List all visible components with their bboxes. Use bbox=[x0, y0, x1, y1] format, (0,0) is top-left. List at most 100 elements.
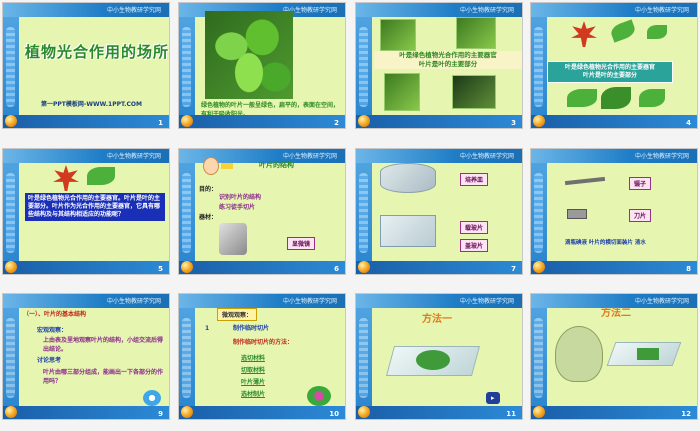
maple-leaf-icon bbox=[53, 165, 79, 191]
dna-sidebar bbox=[356, 17, 372, 117]
dna-sidebar bbox=[3, 163, 19, 263]
globe-icon bbox=[358, 261, 370, 273]
step-2-label: 讨论思考 bbox=[37, 357, 62, 364]
nav-button[interactable]: ▸ bbox=[486, 392, 500, 404]
item-text: 制作临时切片 bbox=[233, 325, 270, 332]
slide-number: 6 bbox=[334, 265, 339, 273]
slide-footer-bar bbox=[531, 115, 697, 128]
label-tweezers: 镊子 bbox=[629, 177, 652, 190]
globe-icon bbox=[533, 406, 545, 418]
header-text: 中小生物教研学究网 bbox=[634, 7, 689, 14]
slide-title: 植物光合作用的场所 bbox=[25, 43, 170, 61]
slide-number: 8 bbox=[686, 265, 691, 273]
leaf-photo bbox=[456, 17, 496, 49]
dna-sidebar bbox=[179, 163, 195, 263]
dna-sidebar bbox=[3, 17, 19, 117]
tools-label: 器材： bbox=[199, 214, 218, 221]
dna-sidebar bbox=[531, 163, 547, 263]
petri-dish-photo bbox=[380, 163, 436, 193]
dna-sidebar bbox=[3, 308, 19, 408]
slide-thumbnail-6[interactable]: 中小生物教研学究网 叶片的结构 目的： 识别叶片的结构 练习徒手切片 器材： 显… bbox=[178, 148, 346, 275]
header-text: 中小生物教研学究网 bbox=[459, 298, 514, 305]
goal-item-2: 练习徒手切片 bbox=[219, 204, 256, 211]
slide-heading: 方法二 bbox=[601, 308, 631, 319]
leaf-strip-image bbox=[637, 348, 659, 360]
slide-thumbnail-10[interactable]: 中小生物教研学究网 微观观察： 1 制作临时切片 制作临时切片的方法： 选切材料… bbox=[178, 293, 346, 420]
tweezers-icon bbox=[564, 176, 606, 186]
globe-icon bbox=[181, 115, 193, 127]
slide-thumbnail-11[interactable]: 中小生物教研学究网 方法一 ▸ 11 bbox=[355, 293, 523, 420]
leaf-icon bbox=[601, 87, 631, 109]
step-2-text: 叶片由哪三部分组成，能画出一下各部分的作用吗？ bbox=[43, 369, 164, 385]
microscope-icon bbox=[219, 223, 247, 255]
bamboo-photo bbox=[384, 73, 420, 111]
dna-sidebar bbox=[356, 308, 372, 408]
slide-footer-bar bbox=[531, 261, 697, 274]
slide-glass-photo bbox=[380, 215, 436, 247]
dna-sidebar bbox=[531, 308, 547, 408]
slide-caption: 叶是绿色植物光合作用的主要器官 叶片是叶的主要部分 bbox=[374, 51, 522, 69]
header-text: 中小生物教研学究网 bbox=[634, 298, 689, 305]
slide-caption: 滴瓶碘液 叶片的横切面装片 清水 bbox=[565, 240, 646, 246]
slide-caption: 叶是绿色植物光合作用的主要器官。叶片是叶的主要部分。叶片作为光合作用的主要器官，… bbox=[25, 193, 165, 221]
slide-thumbnail-2[interactable]: 中小生物教研学究网 绿色植物的叶片一般呈绿色，扁平的，表面在空间，有利于吸收阳光… bbox=[178, 2, 346, 129]
header-text: 中小生物教研学究网 bbox=[106, 298, 161, 305]
slide-heading: 方法一 bbox=[422, 314, 452, 325]
globe-icon bbox=[181, 261, 193, 273]
goal-label: 目的： bbox=[199, 186, 218, 193]
slide-thumbnail-8[interactable]: 中小生物教研学究网 镊子 刀片 滴瓶碘液 叶片的横切面装片 清水 8 bbox=[530, 148, 698, 275]
leaf-icon bbox=[87, 167, 115, 185]
dna-sidebar bbox=[531, 17, 547, 117]
step-1-text: 上由表及里地观察叶片的结构，小组交流后得出结论。 bbox=[43, 337, 164, 353]
globe-icon bbox=[533, 261, 545, 273]
leaf-icon bbox=[639, 89, 665, 107]
leaf-icon bbox=[608, 19, 638, 43]
header-text: 中小生物教研学究网 bbox=[106, 7, 161, 14]
student-icon bbox=[203, 157, 219, 175]
leaf-sample-image bbox=[416, 350, 450, 370]
globe-icon bbox=[533, 115, 545, 127]
step-item: 叶片薄片 bbox=[241, 379, 266, 386]
slide-number: 10 bbox=[329, 410, 339, 418]
label-blade: 刀片 bbox=[629, 209, 652, 222]
slide-number: 1 bbox=[158, 119, 163, 127]
slide-number: 12 bbox=[681, 410, 691, 418]
slide-number: 4 bbox=[686, 119, 691, 127]
slide-footer-bar bbox=[3, 406, 169, 419]
slide-heading: 叶片的结构 bbox=[259, 161, 294, 169]
step-item: 选切材料 bbox=[241, 355, 266, 362]
slide-footer-bar bbox=[179, 115, 345, 128]
goal-item-1: 识别叶片的结构 bbox=[219, 194, 262, 201]
slide-thumbnail-5[interactable]: 中小生物教研学究网 叶是绿色植物光合作用的主要器官。叶片是叶的主要部分。叶片作为… bbox=[2, 148, 170, 275]
slide-header-bar: 中小生物教研学究网 bbox=[3, 149, 169, 163]
dna-sidebar bbox=[356, 163, 372, 263]
dna-sidebar bbox=[179, 17, 195, 117]
slide-caption: 叶是绿色植物光合作用的主要器官 叶片是叶的主要部分 bbox=[547, 61, 673, 83]
globe-icon bbox=[5, 261, 17, 273]
slide-header-bar: 中小生物教研学究网 bbox=[531, 3, 697, 17]
step-item: 切取材料 bbox=[241, 367, 266, 374]
slide-header-bar: 中小生物教研学究网 bbox=[3, 3, 169, 17]
globe-icon bbox=[358, 406, 370, 418]
slide-thumbnail-1[interactable]: 中小生物教研学究网 植物光合作用的场所 第一PPT模板网-WWW.1PPT.CO… bbox=[2, 2, 170, 129]
slide-thumbnail-3[interactable]: 中小生物教研学究网 叶是绿色植物光合作用的主要器官 叶片是叶的主要部分 3 bbox=[355, 2, 523, 129]
slide-header-bar: 中小生物教研学究网 bbox=[3, 294, 169, 308]
globe-icon bbox=[5, 406, 17, 418]
slide-footer-bar bbox=[356, 115, 522, 128]
label-cover-slip: 盖玻片 bbox=[460, 239, 489, 252]
slide-heading: 微观观察： bbox=[217, 308, 258, 321]
header-text: 中小生物教研学究网 bbox=[459, 153, 514, 160]
header-text: 中小生物教研学究网 bbox=[282, 298, 337, 305]
slide-number: 2 bbox=[334, 119, 339, 127]
label-petri-dish: 培养皿 bbox=[460, 173, 489, 186]
maple-leaf-icon bbox=[571, 21, 597, 47]
slide-thumbnail-4[interactable]: 中小生物教研学究网 叶是绿色植物光合作用的主要器官 叶片是叶的主要部分 4 bbox=[530, 2, 698, 129]
leaf-icon bbox=[647, 25, 667, 39]
slide-thumbnail-9[interactable]: 中小生物教研学究网 （一）、叶片的基本结构 宏观观察： 上由表及里地观察叶片的结… bbox=[2, 293, 170, 420]
step-1-label: 宏观观察： bbox=[37, 327, 68, 334]
swirl-icon bbox=[143, 390, 161, 406]
globe-icon bbox=[181, 406, 193, 418]
slide-thumbnail-7[interactable]: 中小生物教研学究网 培养皿 载玻片 盖玻片 7 bbox=[355, 148, 523, 275]
tool-label-microscope: 显微镜 bbox=[287, 237, 316, 250]
slide-thumbnail-12[interactable]: 中小生物教研学究网 方法二 12 bbox=[530, 293, 698, 420]
